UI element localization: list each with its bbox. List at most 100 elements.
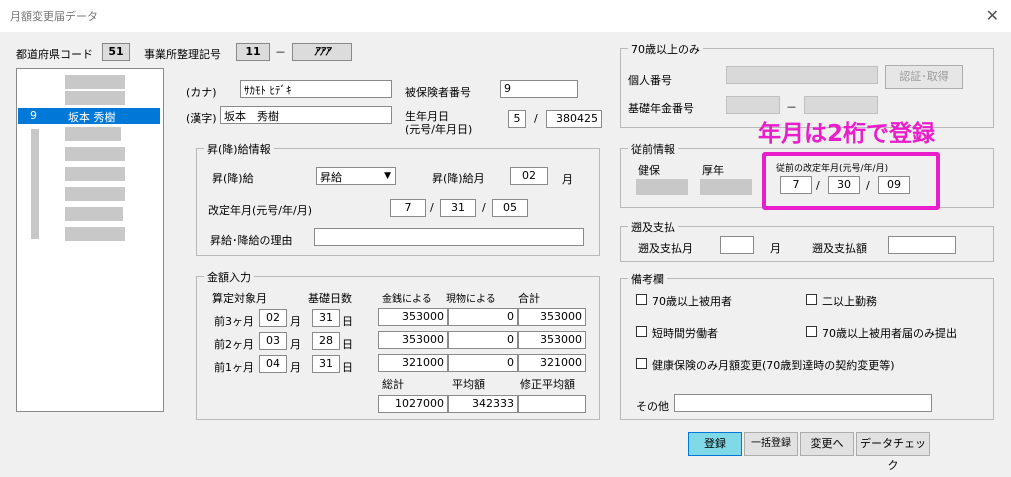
- row-month-field[interactable]: 04: [259, 355, 287, 373]
- day-unit: 日: [342, 315, 353, 328]
- title-bar: 月額変更届データ: [0, 0, 1011, 32]
- row-in-kind-field[interactable]: 0: [448, 331, 518, 349]
- row-in-kind-field[interactable]: 0: [448, 308, 518, 326]
- blurred-entry: [65, 127, 121, 141]
- kanji-field[interactable]: 坂本 秀樹: [220, 106, 392, 124]
- row-total-field[interactable]: 321000: [518, 354, 586, 372]
- pension-no-label: 基礎年金番号: [628, 102, 694, 115]
- average-field[interactable]: 342333: [448, 395, 518, 413]
- office-code-2: ｱｱｱ: [292, 43, 352, 61]
- auth-button[interactable]: 認証･取得: [885, 65, 963, 89]
- kanji-label: (漢字): [186, 112, 217, 125]
- revision-era-field[interactable]: 7: [390, 199, 426, 217]
- amount-group-title: 金額入力: [204, 269, 254, 285]
- multi-office-label: 二以上勤務: [822, 295, 877, 308]
- other-label: その他: [636, 400, 669, 413]
- multi-office-checkbox[interactable]: [806, 294, 817, 305]
- insured-no-field[interactable]: 9: [500, 80, 578, 98]
- kana-label: (カナ): [186, 86, 217, 99]
- annotation-box: [762, 152, 940, 210]
- row-days-field[interactable]: 31: [312, 309, 340, 327]
- register-button[interactable]: 登録: [688, 432, 742, 456]
- grand-total-field[interactable]: 1027000: [378, 395, 448, 413]
- revision-sep-2: /: [482, 201, 486, 214]
- grand-total-label: 総計: [382, 378, 404, 391]
- blurred-entry: [65, 147, 125, 161]
- retro-amount-label: 遡及支払額: [812, 242, 867, 255]
- row-in-kind-field[interactable]: 0: [448, 354, 518, 372]
- base-days-label: 基礎日数: [308, 292, 352, 305]
- raise-month-field[interactable]: 02: [510, 167, 548, 185]
- over70-employee-checkbox[interactable]: [636, 294, 647, 305]
- blurred-entry: [65, 187, 125, 201]
- pref-code-label: 都道府県コード: [16, 48, 93, 61]
- month-unit: 月: [290, 338, 301, 351]
- in-kind-label: 現物による: [446, 294, 496, 305]
- reason-field[interactable]: [314, 228, 584, 246]
- health-label: 健保: [638, 164, 660, 177]
- change-button[interactable]: 変更へ: [800, 432, 854, 456]
- row-currency-field[interactable]: 353000: [378, 308, 448, 326]
- row-total-field[interactable]: 353000: [518, 308, 586, 326]
- month-unit: 月: [290, 315, 301, 328]
- selected-name: 坂本 秀樹: [68, 111, 116, 124]
- health-value-masked: [636, 179, 688, 195]
- kana-field[interactable]: ｻｶﾓﾄ ﾋﾃﾞｷ: [240, 80, 392, 98]
- row-label: 前3ヶ月: [214, 315, 254, 328]
- revision-month-field[interactable]: 05: [492, 199, 528, 217]
- pension-no-field-2: [804, 96, 878, 114]
- short-time-checkbox[interactable]: [636, 326, 647, 337]
- average-label: 平均額: [452, 378, 485, 391]
- pension-value-masked: [700, 179, 752, 195]
- over70-only-checkbox[interactable]: [806, 326, 817, 337]
- adjusted-average-label: 修正平均額: [520, 378, 575, 391]
- data-check-button[interactable]: データチェック: [856, 432, 930, 472]
- insured-no-label: 被保険者番号: [405, 86, 471, 99]
- blurred-entry: [65, 227, 125, 241]
- revision-sep-1: /: [430, 201, 434, 214]
- raise-type-select[interactable]: 昇給 ▼: [316, 167, 396, 185]
- pref-code-value: 51: [102, 43, 130, 61]
- adjusted-average-field[interactable]: [518, 395, 586, 413]
- my-number-label: 個人番号: [628, 74, 672, 87]
- my-number-field: [726, 66, 878, 84]
- blurred-entry: [65, 91, 125, 105]
- row-days-field[interactable]: 28: [312, 332, 340, 350]
- blurred-entry: [65, 75, 125, 89]
- short-time-label: 短時間労働者: [652, 327, 718, 340]
- close-icon[interactable]: ✕: [986, 6, 999, 25]
- list-item-selected[interactable]: 9 坂本 秀樹: [18, 108, 160, 124]
- raise-type-label: 昇(降)給: [212, 172, 254, 185]
- chevron-down-icon: ▼: [384, 171, 391, 181]
- retro-month-label: 遡及支払月: [638, 242, 693, 255]
- retro-month-unit: 月: [770, 242, 781, 255]
- office-code-label: 事業所整理記号: [144, 48, 221, 61]
- birth-date-field[interactable]: 380425: [546, 110, 602, 128]
- row-month-field[interactable]: 02: [259, 309, 287, 327]
- row-currency-field[interactable]: 353000: [378, 331, 448, 349]
- row-days-field[interactable]: 31: [312, 355, 340, 373]
- raise-type-value: 昇給: [320, 171, 342, 184]
- revision-year-field[interactable]: 31: [440, 199, 476, 217]
- currency-label: 金銭による: [382, 294, 432, 305]
- remarks-group-title: 備考欄: [628, 271, 667, 287]
- row-month-field[interactable]: 03: [259, 332, 287, 350]
- row-total-field[interactable]: 353000: [518, 331, 586, 349]
- retro-amount-field[interactable]: [888, 236, 956, 254]
- office-dash: －: [275, 46, 286, 59]
- pension-dash: －: [786, 101, 797, 114]
- row-currency-field[interactable]: 321000: [378, 354, 448, 372]
- other-field[interactable]: [674, 394, 932, 412]
- month-unit: 月: [290, 361, 301, 374]
- retro-month-field[interactable]: [720, 236, 754, 254]
- bulk-register-button[interactable]: 一括登録: [744, 432, 798, 456]
- day-unit: 日: [342, 361, 353, 374]
- raise-month-label: 昇(降)給月: [432, 172, 485, 185]
- over70-group-title: 70歳以上のみ: [628, 41, 703, 57]
- blurred-entry: [31, 129, 39, 239]
- pension-no-field-1: [726, 96, 780, 114]
- total-label: 合計: [518, 292, 540, 305]
- raise-group-title: 昇(降)給情報: [204, 141, 274, 157]
- birth-era-field[interactable]: 5: [508, 110, 526, 128]
- health-only-checkbox[interactable]: [636, 358, 647, 369]
